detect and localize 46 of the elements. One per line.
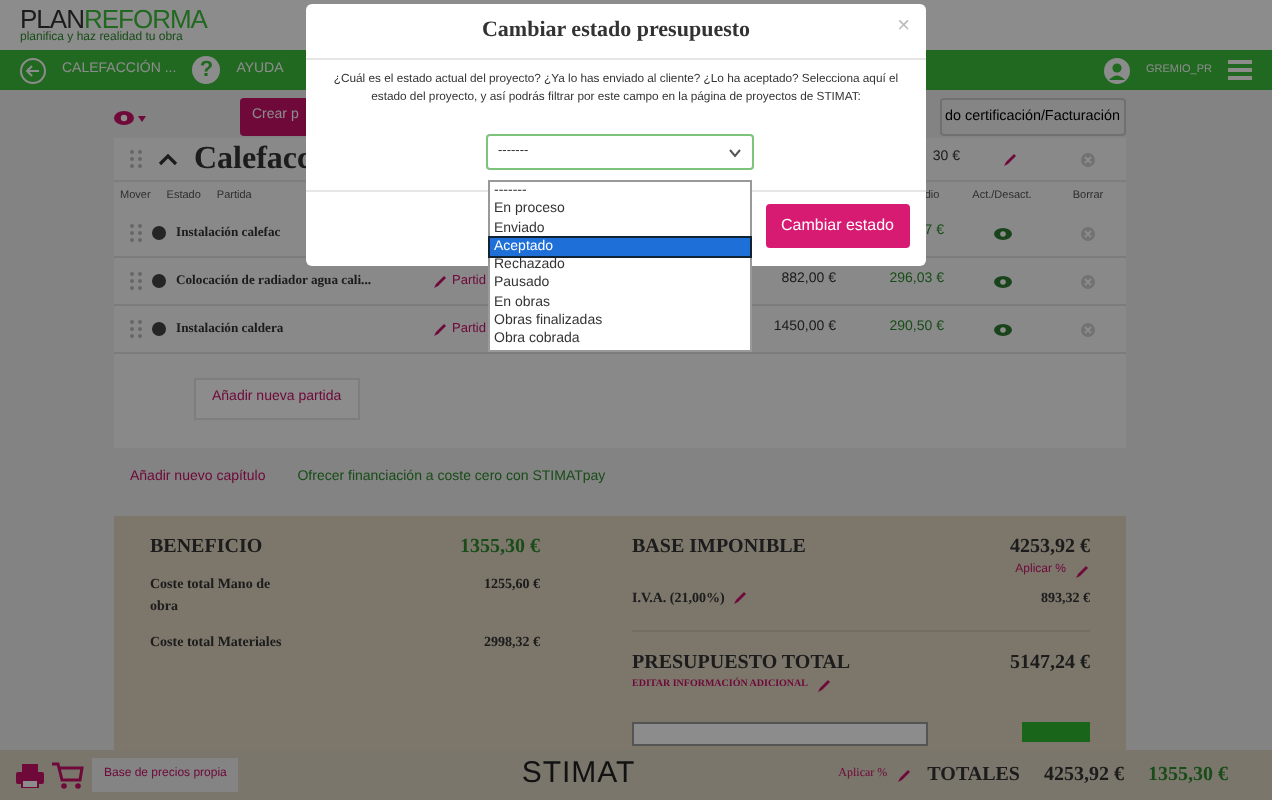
eye-icon[interactable] <box>993 275 1011 287</box>
change-status-button[interactable]: Cambiar estado <box>765 204 910 249</box>
notes-field[interactable] <box>632 721 928 745</box>
chevron-up-icon[interactable] <box>158 152 178 166</box>
chapter-title: Calefacc <box>194 139 312 179</box>
close-button[interactable]: × <box>897 16 910 38</box>
pencil-icon[interactable] <box>732 590 749 607</box>
total-label: PRESUPUESTO TOTAL <box>632 649 851 677</box>
pencil-icon[interactable] <box>815 677 832 693</box>
cart-icon[interactable] <box>52 761 84 789</box>
delete-icon[interactable] <box>1080 273 1096 289</box>
drag-handle-icon[interactable] <box>130 224 142 242</box>
drag-handle-icon[interactable] <box>130 150 142 168</box>
status-dot-icon <box>152 274 166 288</box>
totals-label: TOTALES <box>927 762 1020 790</box>
eye-dropdown-icon[interactable] <box>114 109 146 125</box>
eye-icon[interactable] <box>993 227 1011 239</box>
save-button[interactable] <box>1022 721 1090 741</box>
profit-label: BENEFICIO <box>150 534 263 562</box>
stimat-logo[interactable]: STIMAT <box>521 752 636 798</box>
pencil-icon[interactable] <box>432 321 448 337</box>
totals-profit-value: 1355,30 € <box>1148 762 1228 790</box>
back-icon[interactable] <box>20 57 46 83</box>
printer-icon[interactable] <box>16 763 44 787</box>
menu-icon[interactable] <box>1228 60 1252 80</box>
pencil-icon[interactable] <box>1002 151 1018 167</box>
tax-base-label: BASE IMPONIBLE <box>632 534 806 562</box>
status-dot-icon <box>152 226 166 240</box>
totals-base-value: 4253,92 € <box>1044 762 1124 790</box>
pencil-icon[interactable] <box>1074 563 1090 579</box>
user-icon[interactable] <box>1103 57 1130 83</box>
delete-icon[interactable] <box>1080 321 1096 337</box>
pencil-icon[interactable] <box>895 767 912 783</box>
total-value: 5147,24 € <box>1010 649 1090 677</box>
status-dot-icon <box>152 322 166 336</box>
profit-value: 1355,30 € <box>460 534 540 562</box>
help-icon[interactable]: ? <box>192 56 221 84</box>
eye-icon[interactable] <box>993 323 1011 335</box>
delete-icon[interactable] <box>1080 225 1096 241</box>
delete-icon[interactable] <box>1080 151 1096 167</box>
drag-handle-icon[interactable] <box>130 272 142 290</box>
drag-handle-icon[interactable] <box>130 320 142 338</box>
caret-icon <box>728 147 742 158</box>
tax-base-value: 4253,92 € <box>1010 534 1090 562</box>
modal-title: Cambiar estado presupuesto <box>481 16 751 47</box>
pencil-icon[interactable] <box>432 273 448 289</box>
